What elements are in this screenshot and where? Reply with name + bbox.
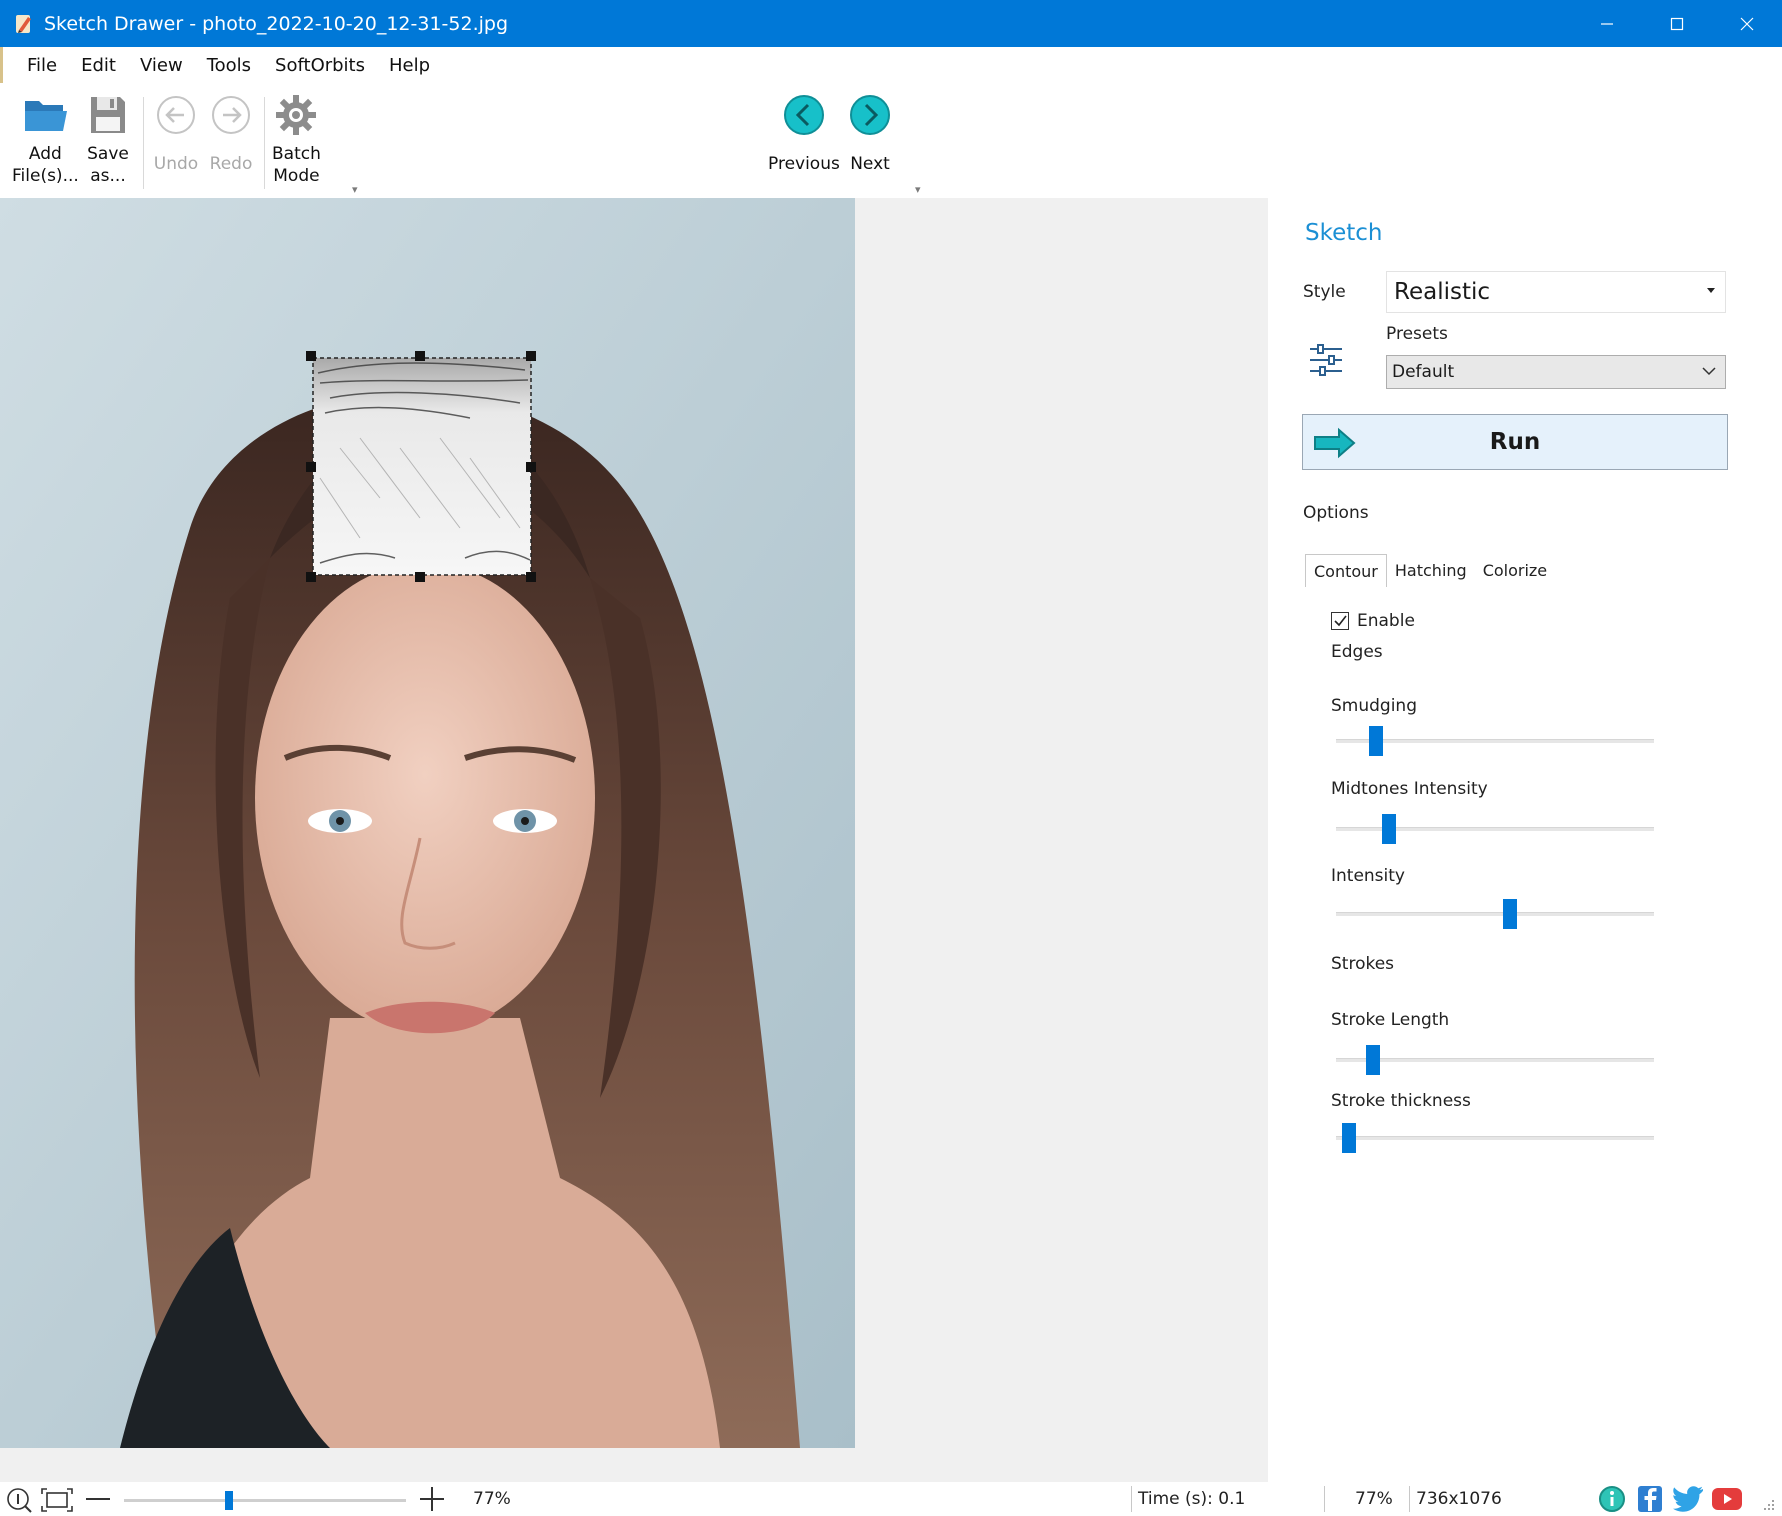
add-files-label: Add File(s)... xyxy=(12,144,79,186)
minimize-icon xyxy=(1601,22,1613,25)
tab-contour[interactable]: Contour xyxy=(1305,554,1387,587)
stroke-length-slider[interactable] xyxy=(1336,1045,1654,1075)
run-button[interactable]: Run xyxy=(1302,414,1728,470)
menu-bar: File Edit View Tools SoftOrbits Help xyxy=(0,47,1782,83)
save-as-button[interactable]: Save as... xyxy=(84,91,132,187)
smudging-slider[interactable] xyxy=(1336,726,1654,756)
edges-label: Edges xyxy=(1331,642,1383,662)
menu-tools[interactable]: Tools xyxy=(195,55,263,76)
zoom-actual-icon[interactable] xyxy=(6,1487,32,1516)
maximize-icon xyxy=(1670,17,1684,30)
add-files-button[interactable]: Add File(s)... xyxy=(12,91,79,187)
gear-icon xyxy=(272,91,320,139)
midtones-intensity-label: Midtones Intensity xyxy=(1331,779,1488,799)
slider-thumb[interactable] xyxy=(1366,1045,1381,1075)
checkmark-icon xyxy=(1334,615,1347,627)
undo-button[interactable]: Undo xyxy=(152,91,200,175)
undo-icon xyxy=(152,91,200,139)
save-as-label: Save as... xyxy=(87,144,129,186)
stroke-thickness-slider[interactable] xyxy=(1336,1123,1654,1153)
folder-open-icon xyxy=(21,91,69,139)
style-value: Realistic xyxy=(1394,279,1491,305)
twitter-icon[interactable] xyxy=(1673,1485,1705,1516)
tab-colorize[interactable]: Colorize xyxy=(1475,554,1555,587)
sliders-icon xyxy=(1308,342,1344,383)
menu-help[interactable]: Help xyxy=(377,55,442,76)
style-dropdown[interactable]: Realistic xyxy=(1386,271,1726,313)
presets-dropdown[interactable]: Default xyxy=(1386,355,1726,389)
options-tabs: Contour Hatching Colorize xyxy=(1305,554,1555,587)
minimize-button[interactable] xyxy=(1572,0,1642,47)
undo-label: Undo xyxy=(153,154,199,174)
previous-button[interactable]: Previous xyxy=(768,91,840,175)
previous-label: Previous xyxy=(768,154,840,174)
facebook-icon[interactable] xyxy=(1637,1485,1663,1516)
enable-checkbox[interactable] xyxy=(1331,612,1349,630)
slider-thumb[interactable] xyxy=(1503,899,1518,929)
midtones-intensity-slider[interactable] xyxy=(1336,814,1654,844)
fit-to-window-icon[interactable] xyxy=(40,1487,74,1516)
batch-mode-button[interactable]: Batch Mode xyxy=(272,91,321,187)
close-button[interactable] xyxy=(1712,0,1782,47)
maximize-button[interactable] xyxy=(1642,0,1712,47)
smudging-label: Smudging xyxy=(1331,696,1417,716)
batch-mode-label: Batch Mode xyxy=(272,144,321,186)
toolbar-overflow-icon[interactable]: ▾ xyxy=(352,183,358,196)
menu-file[interactable]: File xyxy=(15,55,69,76)
menu-softorbits[interactable]: SoftOrbits xyxy=(263,55,377,76)
next-label: Next xyxy=(850,154,890,174)
stroke-length-label: Stroke Length xyxy=(1331,1010,1450,1030)
slider-thumb[interactable] xyxy=(1369,726,1384,756)
run-label: Run xyxy=(1489,429,1541,455)
sketch-panel: Sketch Style Realistic Presets Default R… xyxy=(1268,198,1782,1482)
menu-view[interactable]: View xyxy=(128,55,195,76)
image-canvas[interactable] xyxy=(0,198,1268,1482)
run-arrow-icon xyxy=(1311,427,1357,465)
panel-title: Sketch xyxy=(1305,220,1383,246)
slider-thumb[interactable] xyxy=(1381,814,1396,844)
enable-label: Enable xyxy=(1357,611,1415,631)
zoom-out-icon[interactable] xyxy=(84,1486,112,1516)
style-label: Style xyxy=(1303,282,1346,302)
resize-grip-icon[interactable] xyxy=(1760,1496,1776,1516)
intensity-slider[interactable] xyxy=(1336,899,1654,929)
zoom-in-icon[interactable] xyxy=(418,1486,446,1516)
close-icon xyxy=(1740,17,1754,30)
image-dimensions: 736x1076 xyxy=(1416,1489,1502,1509)
zoom-readout: 77% xyxy=(1355,1489,1393,1509)
next-button[interactable]: Next xyxy=(846,91,894,175)
portrait-photo xyxy=(0,198,855,1448)
info-icon[interactable] xyxy=(1598,1485,1626,1516)
toolbar: Add File(s)... Save as... Undo Redo Batc… xyxy=(0,83,1782,198)
app-icon xyxy=(12,12,36,36)
title-bar: Sketch Drawer - photo_2022-10-20_12-31-5… xyxy=(0,0,1782,47)
intensity-label: Intensity xyxy=(1331,866,1405,886)
sketch-drawer-window: Sketch Drawer - photo_2022-10-20_12-31-5… xyxy=(0,0,1782,1516)
save-icon xyxy=(84,91,132,139)
options-label: Options xyxy=(1303,503,1369,523)
redo-label: Redo xyxy=(209,154,253,174)
caret-down-icon xyxy=(1707,288,1715,293)
nav-overflow-icon[interactable]: ▾ xyxy=(915,183,921,196)
arrow-right-circle-icon xyxy=(846,91,894,139)
zoom-percent: 77% xyxy=(473,1489,511,1509)
redo-button[interactable]: Redo xyxy=(207,91,255,175)
zoom-slider-thumb[interactable] xyxy=(225,1491,234,1510)
slider-thumb[interactable] xyxy=(1342,1123,1357,1153)
zoom-slider[interactable] xyxy=(124,1491,406,1510)
arrow-left-circle-icon xyxy=(780,91,828,139)
redo-icon xyxy=(207,91,255,139)
stroke-thickness-label: Stroke thickness xyxy=(1331,1091,1471,1111)
status-bar: 77% Time (s): 0.1 77% 736x1076 xyxy=(0,1482,1782,1516)
tab-hatching[interactable]: Hatching xyxy=(1387,554,1475,587)
youtube-icon[interactable] xyxy=(1711,1486,1743,1516)
chevron-down-icon xyxy=(1701,363,1717,384)
strokes-label: Strokes xyxy=(1331,954,1395,974)
menu-edit[interactable]: Edit xyxy=(69,55,128,76)
processing-time: Time (s): 0.1 xyxy=(1138,1489,1246,1509)
window-title: Sketch Drawer - photo_2022-10-20_12-31-5… xyxy=(44,12,509,35)
presets-value: Default xyxy=(1392,362,1455,382)
presets-label: Presets xyxy=(1386,324,1448,344)
